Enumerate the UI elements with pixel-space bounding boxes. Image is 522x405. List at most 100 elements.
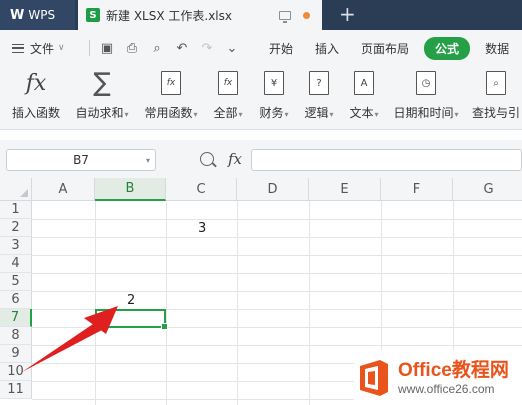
common-functions-label: 常用函数 xyxy=(144,106,193,120)
column-header-d[interactable]: D xyxy=(237,178,309,201)
logic-label: 逻辑 xyxy=(304,106,329,120)
formula-input[interactable] xyxy=(251,149,522,171)
row-header-5[interactable]: 5 xyxy=(0,273,32,291)
fx-icon: fx xyxy=(25,70,47,96)
all-functions-label: 全部 xyxy=(213,106,238,120)
column-header-e[interactable]: E xyxy=(309,178,381,201)
name-box-value: B7 xyxy=(73,153,89,167)
undo-icon[interactable]: ↶ xyxy=(174,41,190,56)
redo-icon[interactable]: ↷ xyxy=(199,41,215,56)
text-functions-label: 文本 xyxy=(349,106,374,120)
title-bar: W WPS S 新建 XLSX 工作表.xlsx + xyxy=(0,0,522,30)
file-menu-label: 文件 xyxy=(30,41,55,56)
row-header-6[interactable]: 6 xyxy=(0,291,32,309)
finance-icon: ¥ xyxy=(264,71,284,95)
tab-home[interactable]: 开始 xyxy=(258,40,304,57)
menu-bar: 文件 ∨ ▣ ⎙ ⌕ ↶ ↷ ⌄ 开始 插入 页面布局 公式 数据 xyxy=(0,30,522,66)
lookup-reference-button[interactable]: ⌕ 查找与引 xyxy=(470,66,522,130)
print-preview-icon[interactable]: ⌕ xyxy=(149,41,165,56)
tab-data[interactable]: 数据 xyxy=(474,40,520,57)
row-header-11[interactable]: 11 xyxy=(0,381,32,399)
name-box[interactable]: B7 ▾ xyxy=(6,149,156,171)
chevron-down-icon: ∨ xyxy=(58,43,65,53)
tab-insert[interactable]: 插入 xyxy=(304,40,350,57)
divider xyxy=(89,40,90,56)
select-all-corner[interactable] xyxy=(0,178,32,201)
sigma-icon: ∑ xyxy=(93,68,111,98)
autosum-button[interactable]: ∑ 自动求和▾ xyxy=(72,66,132,130)
column-header-f[interactable]: F xyxy=(381,178,453,201)
fx-icon[interactable]: fx xyxy=(228,150,242,168)
text-functions-button[interactable]: A 文本▾ xyxy=(344,66,384,130)
grid-line xyxy=(32,219,522,220)
cell-b6[interactable]: 2 xyxy=(127,293,135,308)
logic-button[interactable]: ? 逻辑▾ xyxy=(299,66,339,130)
quick-access-toolbar: ▣ ⎙ ⌕ ↶ ↷ ⌄ xyxy=(89,40,240,56)
file-menu-button[interactable]: 文件 ∨ xyxy=(0,40,85,57)
grid-line xyxy=(32,273,522,274)
document-tab[interactable]: S 新建 XLSX 工作表.xlsx xyxy=(78,0,322,30)
grid-line xyxy=(32,255,522,256)
row-header-9[interactable]: 9 xyxy=(0,345,32,363)
finance-button[interactable]: ¥ 财务▾ xyxy=(254,66,294,130)
insert-function-label: 插入函数 xyxy=(11,106,60,120)
row-header-7[interactable]: 7 xyxy=(0,309,32,327)
row-header-8[interactable]: 8 xyxy=(0,327,32,345)
column-header-c[interactable]: C xyxy=(166,178,237,201)
wps-logo-icon: W xyxy=(10,7,24,23)
watermark: Office教程网 www.office26.com xyxy=(354,350,522,405)
cell-c2[interactable]: 3 xyxy=(198,221,206,236)
menu-tabs: 开始 插入 页面布局 公式 数据 xyxy=(258,36,520,60)
print-icon[interactable]: ⎙ xyxy=(124,41,140,56)
column-header-g[interactable]: G xyxy=(453,178,522,201)
datetime-button[interactable]: ◷ 日期和时间▾ xyxy=(390,66,462,130)
grid-line xyxy=(32,237,522,238)
document-title: 新建 XLSX 工作表.xlsx xyxy=(106,8,232,23)
active-cell-b7[interactable] xyxy=(95,309,168,330)
grid-line xyxy=(166,201,167,405)
all-functions-icon: fx xyxy=(218,71,238,95)
grid-line xyxy=(95,201,96,405)
save-icon[interactable]: ▣ xyxy=(99,41,115,56)
insert-function-button[interactable]: fx 插入函数 xyxy=(8,66,64,130)
chevron-down-icon[interactable]: ▾ xyxy=(146,156,150,165)
row-header-1[interactable]: 1 xyxy=(0,201,32,219)
tab-formulas[interactable]: 公式 xyxy=(424,36,471,60)
app-name: WPS xyxy=(28,8,56,22)
row-header-2[interactable]: 2 xyxy=(0,219,32,237)
lookup-icon: ⌕ xyxy=(486,71,506,95)
row-header-10[interactable]: 10 xyxy=(0,363,32,381)
zoom-icon[interactable] xyxy=(200,152,214,166)
grid-line xyxy=(309,201,310,405)
app-tab-wps[interactable]: W WPS xyxy=(0,0,75,30)
grid-line xyxy=(237,201,238,405)
customize-dropdown-icon[interactable]: ⌄ xyxy=(224,41,240,56)
favorite-function-icon: fx xyxy=(161,71,181,95)
finance-label: 财务 xyxy=(259,106,284,120)
all-functions-button[interactable]: fx 全部▾ xyxy=(208,66,248,130)
monitor-icon[interactable] xyxy=(279,10,291,23)
grid-line xyxy=(32,345,522,346)
formula-bar: B7 ▾ fx xyxy=(0,140,522,178)
unsaved-dot-icon[interactable] xyxy=(303,11,310,19)
lookup-reference-label: 查找与引 xyxy=(471,106,520,120)
new-tab-plus-icon[interactable]: + xyxy=(339,3,356,25)
row-header-4[interactable]: 4 xyxy=(0,255,32,273)
column-header-a[interactable]: A xyxy=(32,178,95,201)
spreadsheet-icon: S xyxy=(86,8,100,22)
logic-icon: ? xyxy=(309,71,329,95)
row-header-3[interactable]: 3 xyxy=(0,237,32,255)
office-logo-icon xyxy=(360,359,388,396)
datetime-label: 日期和时间 xyxy=(393,106,454,120)
watermark-title: Office教程网 xyxy=(398,359,509,381)
ribbon-formulas: fx 插入函数 ∑ 自动求和▾ fx 常用函数▾ fx 全部▾ ¥ 财务▾ ? … xyxy=(0,66,522,130)
autosum-label: 自动求和 xyxy=(75,106,124,120)
text-icon: A xyxy=(354,71,374,95)
column-header-b[interactable]: B xyxy=(95,178,166,201)
tab-page-layout[interactable]: 页面布局 xyxy=(350,40,420,57)
common-functions-button[interactable]: fx 常用函数▾ xyxy=(140,66,202,130)
grid-line xyxy=(32,291,522,292)
watermark-url: www.office26.com xyxy=(398,381,495,396)
hamburger-icon xyxy=(12,43,24,53)
datetime-icon: ◷ xyxy=(416,71,436,95)
